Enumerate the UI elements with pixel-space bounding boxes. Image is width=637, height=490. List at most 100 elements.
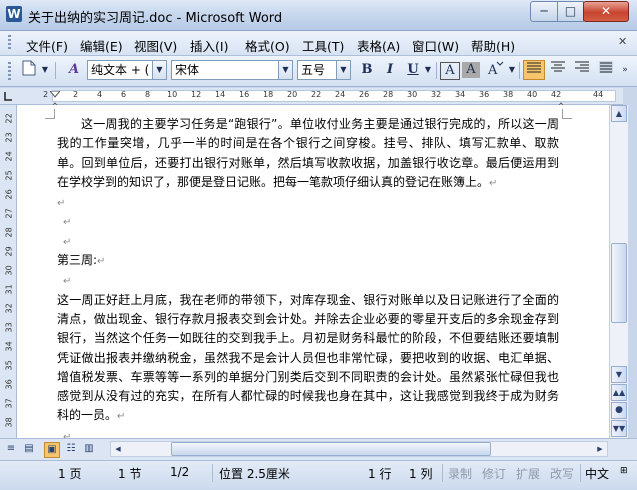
toolbar-grip-handle[interactable] [8,62,11,80]
toolbar-separator [55,62,56,79]
style-dropdown-icon[interactable]: ▼ [153,60,167,80]
status-page-of[interactable]: 1/2 [170,465,189,479]
tab-selector-icon[interactable] [0,88,17,105]
word-app-icon[interactable]: W [6,6,22,22]
formatting-toolbar: ▼ A 纯文本 + ( ▼ 宋体 ▼ 五号 ▼ B I U ▼ A A A ▼ … [0,56,637,87]
status-line[interactable]: 1 行 [368,465,391,482]
status-position[interactable]: 位置 2.5厘米 [219,465,290,482]
ruler-tick: 26 [4,189,14,200]
normal-view-icon[interactable]: ≡ [4,442,18,456]
menu-tools[interactable]: 工具(T) [302,36,344,55]
character-shading-button[interactable]: A [462,62,480,78]
paragraph-mark: ↵ [97,256,106,268]
menu-insert[interactable]: 插入(I) [190,36,228,55]
status-track-changes[interactable]: 修订 [482,465,506,482]
menu-window[interactable]: 窗口(W) [412,36,459,55]
maximize-button[interactable]: □ [557,1,584,22]
menu-format[interactable]: 格式(O) [245,36,290,55]
text-boundary-mark [45,109,55,119]
phonetic-dropdown-icon[interactable]: ▼ [507,60,517,80]
bold-button[interactable]: B [357,60,377,80]
status-language[interactable]: 中文 [585,465,609,482]
previous-page-icon[interactable]: ▲▲ [611,384,627,401]
status-separator [580,464,581,482]
web-layout-view-icon[interactable]: ▤ [22,442,36,456]
ruler-tick: 40 [527,90,538,99]
select-browse-object-icon[interactable]: ● [611,402,627,419]
ruler-tick: 30 [407,90,418,99]
menu-table[interactable]: 表格(A) [357,36,400,55]
scroll-up-icon[interactable]: ▲ [611,105,627,122]
document-body[interactable]: 这一周我的主要学习任务是“跑银行”。单位收付业务主要是通过银行完成的，所以这一周… [57,115,559,438]
distributed-align-button[interactable] [595,60,617,80]
status-column[interactable]: 1 列 [409,465,432,482]
toolbar-separator [519,62,520,79]
styles-and-formatting-icon[interactable]: A [63,60,85,80]
paragraph[interactable]: 这一周我的主要学习任务是“跑银行”。单位收付业务主要是通过银行完成的，所以这一周… [57,115,559,193]
ruler-tick: 12 [191,90,202,99]
menu-help[interactable]: 帮助(H) [471,36,515,55]
align-right-button[interactable] [571,60,593,80]
ruler-tick: 31 [4,284,14,295]
vertical-scroll-thumb[interactable] [611,243,627,323]
ruler-tick: 34 [4,341,14,352]
minimize-button[interactable]: ─ [530,1,558,22]
scroll-left-icon[interactable]: ◀ [111,442,125,456]
menu-edit[interactable]: 编辑(E) [80,36,123,55]
status-record-macro[interactable]: 录制 [448,465,472,482]
underline-button[interactable]: U [403,60,423,80]
font-combo[interactable]: 宋体 [171,60,279,80]
scroll-down-icon[interactable]: ▼ [611,366,627,383]
status-section[interactable]: 1 节 [118,465,141,482]
menu-grip-handle[interactable] [8,35,11,51]
status-page[interactable]: 1 页 [58,465,81,482]
empty-paragraph[interactable]: ↵ [57,232,559,251]
close-button[interactable]: ✕ [583,1,629,22]
new-document-dropdown-icon[interactable]: ▼ [40,60,50,80]
vertical-scrollbar[interactable]: ▲ ▼ ▲▲ ● ▼▼ [609,105,629,438]
scroll-right-icon[interactable]: ▶ [593,442,607,456]
ruler-tick: 27 [4,208,14,219]
next-page-icon[interactable]: ▼▼ [611,420,627,437]
italic-button[interactable]: I [380,60,400,80]
spelling-status-icon[interactable]: ⊞ [620,466,628,476]
toolbar-options-icon[interactable]: » [619,60,631,80]
reading-layout-view-icon[interactable]: ▥ [82,442,96,456]
menu-view[interactable]: 视图(V) [134,36,177,55]
align-center-button[interactable] [547,60,569,80]
status-bar: 1 页 1 节 1/2 位置 2.5厘米 1 行 1 列 录制 修订 扩展 改写… [0,460,637,490]
new-document-icon[interactable] [18,60,40,80]
menu-file[interactable]: 文件(F) [26,36,68,55]
ruler-tick: 2 [43,90,49,99]
status-overtype[interactable]: 改写 [550,465,574,482]
empty-paragraph[interactable]: ↵ [57,427,559,438]
vertical-ruler[interactable]: 22 23 24 25 26 27 28 29 30 31 32 33 34 3… [0,105,17,438]
toolbar-separator [436,62,437,79]
document-page[interactable]: 这一周我的主要学习任务是“跑银行”。单位收付业务主要是通过银行完成的，所以这一周… [17,105,609,438]
underline-dropdown-icon[interactable]: ▼ [423,60,433,80]
ruler-tick: 8 [145,90,151,99]
outline-view-icon[interactable]: ☷ [64,442,78,456]
horizontal-scrollbar[interactable]: ◀ ▶ [110,441,608,457]
empty-paragraph[interactable]: ↵ [57,193,559,212]
heading-paragraph[interactable]: 第三周:↵ [57,251,559,271]
font-dropdown-icon[interactable]: ▼ [279,60,293,80]
empty-paragraph[interactable]: ↵ [57,271,559,290]
font-size-combo[interactable]: 五号 [297,60,337,80]
print-layout-view-icon[interactable]: ▣ [44,442,60,458]
paragraph-mark: ↵ [63,236,72,248]
phonetic-guide-icon[interactable]: A [485,60,507,80]
close-document-icon[interactable]: ✕ [618,35,627,48]
ruler-tick: 38 [4,417,14,428]
horizontal-scroll-thumb[interactable] [171,442,491,456]
paragraph[interactable]: 这一周正好赶上月底，我在老师的带领下，对库存现金、银行对账单以及日记账进行了全面… [57,291,559,427]
character-border-button[interactable]: A [440,62,460,80]
svg-text:A: A [487,63,498,76]
font-size-dropdown-icon[interactable]: ▼ [337,60,351,80]
horizontal-ruler-track[interactable]: 2 2 4 6 8 10 12 14 16 18 20 22 24 26 28 … [43,90,616,102]
style-combo[interactable]: 纯文本 + ( [87,60,153,80]
paragraph-mark: ↵ [57,198,66,210]
align-justify-button[interactable] [523,60,545,80]
status-extend-selection[interactable]: 扩展 [516,465,540,482]
empty-paragraph[interactable]: ↵ [57,212,559,231]
